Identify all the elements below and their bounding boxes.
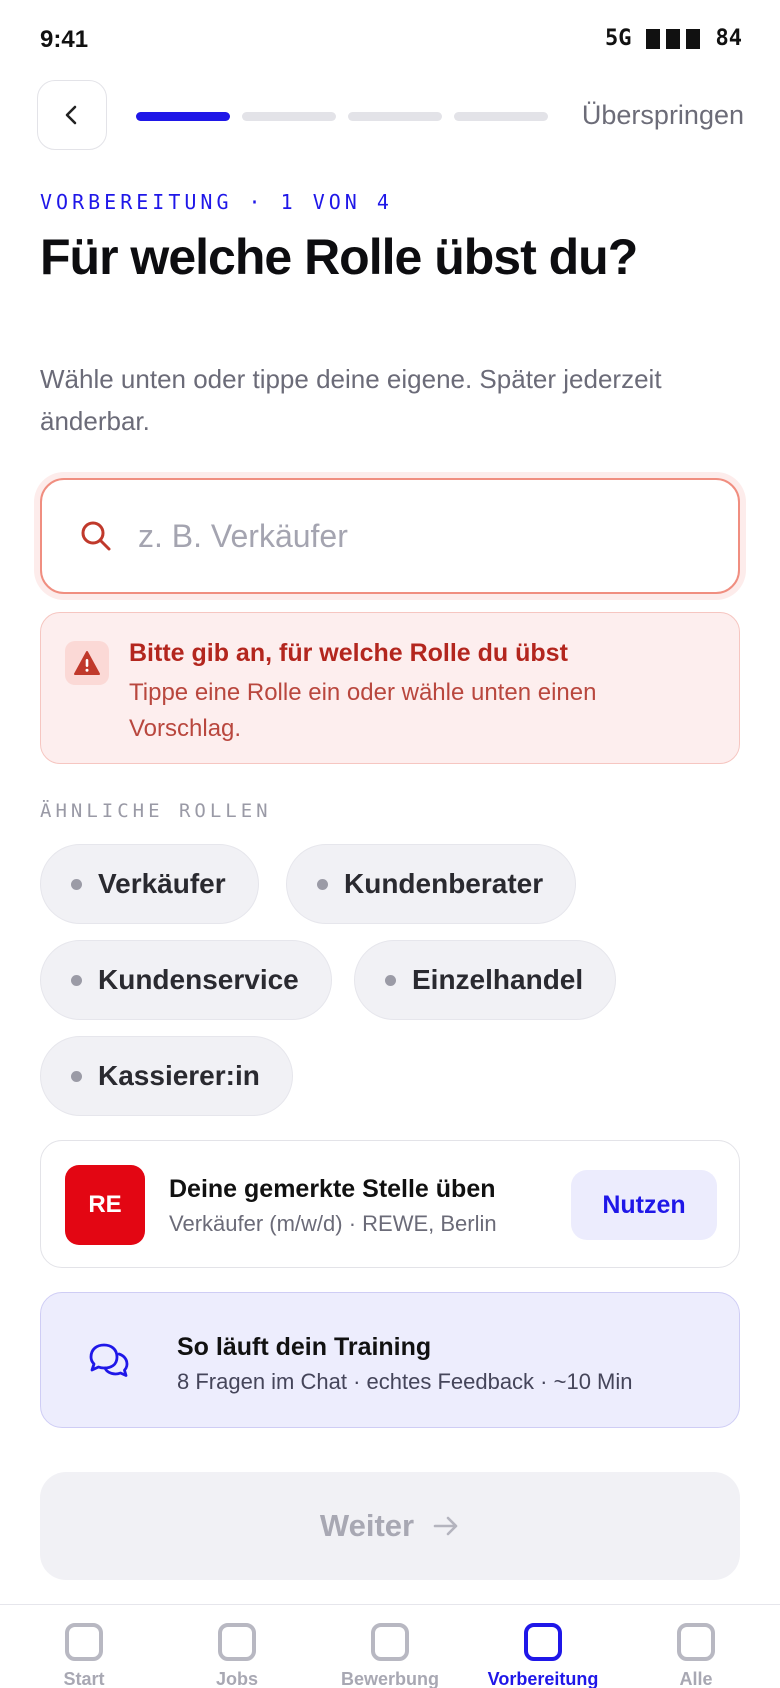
vorbereitung-tab-icon <box>524 1623 562 1661</box>
start-tab-icon <box>65 1623 103 1661</box>
warning-icon <box>65 641 109 685</box>
bewerbung-tab-icon <box>371 1623 409 1661</box>
progress-step-4 <box>454 112 548 121</box>
training-info-card: So läuft dein Training 8 Fragen im Chat … <box>40 1292 740 1428</box>
alle-tab-icon <box>677 1623 715 1661</box>
signal-icon <box>645 28 700 49</box>
search-icon <box>81 521 111 551</box>
chip-label: Kassierer:in <box>98 1060 260 1091</box>
chip-label: Kundenberater <box>344 868 544 899</box>
next-button-label: Weiter <box>319 1508 415 1543</box>
error-text: Tippe eine Rolle ein oder wähle unten ei… <box>129 679 597 742</box>
page-subtitle: Wähle unten oder tippe deine eigene. Spä… <box>40 364 662 436</box>
tab-label: Jobs <box>215 1669 258 1688</box>
chip-dot <box>71 878 82 890</box>
chip-dot <box>385 974 396 986</box>
role-chip-verkaeufer[interactable]: Verkäufer <box>40 844 259 924</box>
status-bar: 9:41 5G 84 <box>0 0 780 80</box>
similar-roles-label: ÄHNLICHE ROLLEN <box>40 800 272 822</box>
tab-start[interactable]: Start <box>8 1623 160 1688</box>
chat-bubbles-icon <box>89 1343 129 1377</box>
validation-error: Bitte gib an, für welche Rolle du übst T… <box>40 612 740 764</box>
chip-label: Einzelhandel <box>412 964 584 995</box>
tab-label: Bewerbung <box>340 1669 439 1688</box>
error-title: Bitte gib an, für welche Rolle du übst <box>129 639 568 667</box>
status-time: 9:41 <box>40 26 89 53</box>
chip-dot <box>71 1070 82 1082</box>
tab-label: Vorbereitung <box>487 1669 599 1688</box>
role-chip-einzelhandel[interactable]: Einzelhandel <box>354 940 617 1020</box>
chip-dot <box>71 974 82 986</box>
battery-level: 84 <box>715 26 743 51</box>
role-chip-kundenservice[interactable]: Kundenservice <box>40 940 332 1020</box>
training-subtitle: 8 Fragen im Chat · echtes Feedback · ~10… <box>177 1369 633 1394</box>
top-nav: Überspringen <box>0 80 780 152</box>
jobs-tab-icon <box>218 1623 256 1661</box>
tab-bewerbung[interactable]: Bewerbung <box>314 1623 466 1688</box>
progress-step-1 <box>136 112 230 121</box>
progress-step-2 <box>242 112 336 121</box>
saved-job-subtitle: Verkäufer (m/w/d) · REWE, Berlin <box>169 1211 497 1236</box>
role-search-input[interactable] <box>138 517 698 555</box>
back-button[interactable] <box>37 80 107 150</box>
role-chip-kundenberater[interactable]: Kundenberater <box>286 844 577 924</box>
saved-job-card: RE Deine gemerkte Stelle üben Verkäufer … <box>40 1140 740 1268</box>
step-eyebrow: VORBEREITUNG · 1 VON 4 <box>40 190 393 214</box>
chip-label: Kundenservice <box>98 964 299 995</box>
skip-link[interactable]: Überspringen <box>582 100 744 131</box>
bottom-tab-bar: Start Jobs Bewerbung Vorbereitung Alle <box>0 1604 780 1688</box>
company-logo: RE <box>65 1165 145 1245</box>
chip-dot <box>317 878 328 890</box>
chip-label: Verkäufer <box>98 868 226 899</box>
tab-label: Start <box>63 1669 105 1688</box>
arrow-right-icon <box>433 1516 458 1536</box>
step-progress <box>136 112 548 121</box>
tab-label: Alle <box>679 1669 713 1688</box>
tab-vorbereitung[interactable]: Vorbereitung <box>467 1623 619 1688</box>
progress-step-3 <box>348 112 442 121</box>
tab-jobs[interactable]: Jobs <box>161 1623 313 1688</box>
role-search-field[interactable] <box>40 478 740 594</box>
training-title: So läuft dein Training <box>177 1333 432 1361</box>
next-button[interactable]: Weiter <box>40 1472 740 1580</box>
role-chip-kassiererin[interactable]: Kassierer:in <box>40 1036 293 1116</box>
chevron-left-icon <box>65 105 77 125</box>
use-saved-job-button[interactable]: Nutzen <box>571 1170 717 1240</box>
page-title: Für welche Rolle übst du? <box>40 229 638 285</box>
status-indicators: 5G 84 <box>605 26 742 51</box>
tab-alle[interactable]: Alle <box>620 1623 772 1688</box>
network-type: 5G <box>605 26 632 51</box>
saved-job-title: Deine gemerkte Stelle üben <box>169 1175 496 1203</box>
